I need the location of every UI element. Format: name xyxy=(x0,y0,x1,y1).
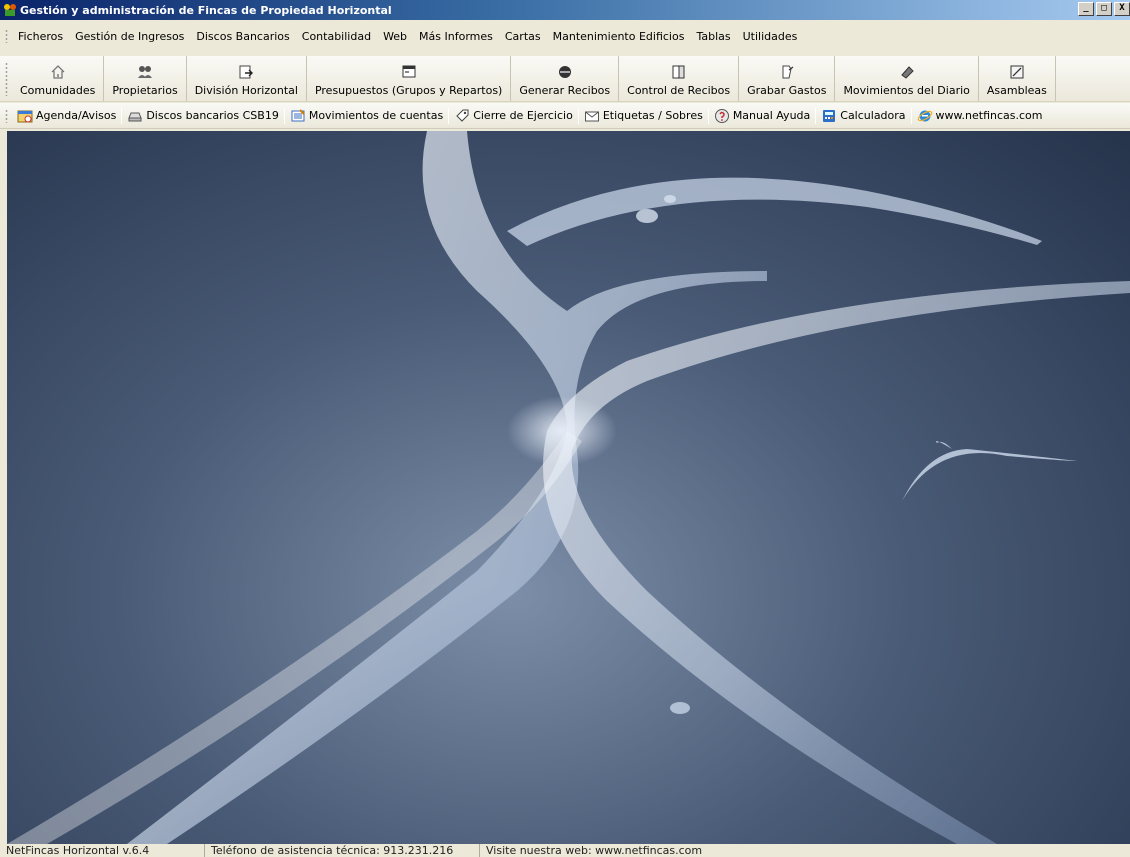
window-controls: _ □ X xyxy=(1078,2,1130,16)
notepad-icon xyxy=(1009,64,1025,80)
toolbar-movimientos-diario-button[interactable]: Movimientos del Diario xyxy=(835,56,979,101)
menu-ficheros[interactable]: Ficheros xyxy=(12,29,69,45)
toolbar-label: Generar Recibos xyxy=(519,84,611,97)
wallpaper-graphic xyxy=(7,131,1130,844)
quick-label: Movimientos de cuentas xyxy=(308,109,444,122)
eraser-icon xyxy=(899,64,915,80)
status-phone: Teléfono de asistencia técnica: 913.231.… xyxy=(205,844,480,857)
toolbar-asambleas-button[interactable]: Asambleas xyxy=(979,56,1056,101)
quick-label: Etiquetas / Sobres xyxy=(602,109,703,122)
disk-drive-icon xyxy=(127,108,143,124)
quickbar-grip-handle[interactable] xyxy=(5,108,8,123)
menu-gestion-ingresos[interactable]: Gestión de Ingresos xyxy=(69,29,190,45)
title-bar[interactable]: Gestión y administración de Fincas de Pr… xyxy=(0,0,1130,20)
menu-contabilidad[interactable]: Contabilidad xyxy=(296,29,377,45)
quick-label: www.netfincas.com xyxy=(935,109,1043,122)
agenda-icon xyxy=(17,108,33,124)
menu-mas-informes[interactable]: Más Informes xyxy=(413,29,499,45)
document-arrow-icon xyxy=(238,64,254,80)
restore-button[interactable]: □ xyxy=(1096,2,1112,16)
tag-icon xyxy=(454,108,470,124)
menu-web[interactable]: Web xyxy=(377,29,413,45)
app-icon xyxy=(3,3,17,17)
menu-tablas[interactable]: Tablas xyxy=(690,29,736,45)
status-version: NetFincas Horizontal v.6.4 xyxy=(0,844,205,857)
window-icon xyxy=(401,64,417,80)
quick-calculadora-button[interactable]: Calculadora xyxy=(816,105,910,127)
help-icon xyxy=(714,108,730,124)
toolbar-control-recibos-button[interactable]: Control de Recibos xyxy=(619,56,740,101)
door-icon xyxy=(671,64,687,80)
toolbar-label: Control de Recibos xyxy=(627,84,731,97)
toolbar-generar-recibos-button[interactable]: Generar Recibos xyxy=(511,56,620,101)
quick-etiquetas-sobres-button[interactable]: Etiquetas / Sobres xyxy=(579,105,708,127)
close-button[interactable]: X xyxy=(1114,2,1130,16)
quick-label: Discos bancarios CSB19 xyxy=(146,109,279,122)
toolbar-grabar-gastos-button[interactable]: Grabar Gastos xyxy=(739,56,836,101)
ledger-icon xyxy=(290,108,306,124)
quick-discos-bancarios-button[interactable]: Discos bancarios CSB19 xyxy=(122,105,284,127)
main-toolbar: Comunidades Propietarios División Horizo… xyxy=(0,56,1130,102)
calculator-icon xyxy=(821,108,837,124)
toolbar-label: Propietarios xyxy=(112,84,178,97)
receipt-icon xyxy=(779,64,795,80)
menu-grip-handle[interactable] xyxy=(5,29,8,43)
toolbar-label: División Horizontal xyxy=(194,84,298,97)
minimize-button[interactable]: _ xyxy=(1078,2,1094,16)
toolbar-comunidades-button[interactable]: Comunidades xyxy=(12,56,105,101)
quick-label: Cierre de Ejercicio xyxy=(473,109,573,122)
desktop-background xyxy=(7,131,1130,844)
menu-cartas[interactable]: Cartas xyxy=(499,29,547,45)
toolbar-grip-handle[interactable] xyxy=(5,62,8,96)
window-title: Gestión y administración de Fincas de Pr… xyxy=(20,3,392,17)
quick-label: Manual Ayuda xyxy=(732,109,811,122)
toolbar-label: Comunidades xyxy=(20,84,96,97)
quick-manual-ayuda-button[interactable]: Manual Ayuda xyxy=(709,105,815,127)
status-bar: NetFincas Horizontal v.6.4 Teléfono de a… xyxy=(0,844,1130,857)
toolbar-label: Asambleas xyxy=(986,84,1047,97)
quick-label: Agenda/Avisos xyxy=(36,109,117,122)
internet-explorer-icon xyxy=(917,108,933,124)
quick-agenda-avisos-button[interactable]: Agenda/Avisos xyxy=(12,105,121,127)
menu-discos-bancarios[interactable]: Discos Bancarios xyxy=(190,29,295,45)
envelope-icon xyxy=(584,108,600,124)
quick-label: Calculadora xyxy=(840,109,906,122)
house-icon xyxy=(50,64,66,80)
menu-bar: Ficheros Gestión de Ingresos Discos Banc… xyxy=(0,20,1130,54)
toolbar-presupuestos-button[interactable]: Presupuestos (Grupos y Repartos) xyxy=(307,56,512,101)
menu-utilidades[interactable]: Utilidades xyxy=(737,29,804,45)
toolbar-label: Movimientos del Diario xyxy=(843,84,970,97)
disc-icon xyxy=(557,64,573,80)
toolbar-division-horizontal-button[interactable]: División Horizontal xyxy=(187,56,307,101)
toolbar-label: Grabar Gastos xyxy=(747,84,827,97)
toolbar-label: Presupuestos (Grupos y Repartos) xyxy=(314,84,503,97)
quick-toolbar: Agenda/Avisos Discos bancarios CSB19 Mov… xyxy=(0,103,1130,129)
quick-cierre-ejercicio-button[interactable]: Cierre de Ejercicio xyxy=(449,105,578,127)
quick-website-link[interactable]: www.netfincas.com xyxy=(912,105,1048,127)
menu-mantenimiento-edificios[interactable]: Mantenimiento Edificios xyxy=(547,29,691,45)
people-icon xyxy=(137,64,153,80)
quick-movimientos-cuentas-button[interactable]: Movimientos de cuentas xyxy=(285,105,448,127)
status-website: Visite nuestra web: www.netfincas.com xyxy=(486,844,703,857)
toolbar-propietarios-button[interactable]: Propietarios xyxy=(104,56,187,101)
application-window: Gestión y administración de Fincas de Pr… xyxy=(0,0,1130,857)
